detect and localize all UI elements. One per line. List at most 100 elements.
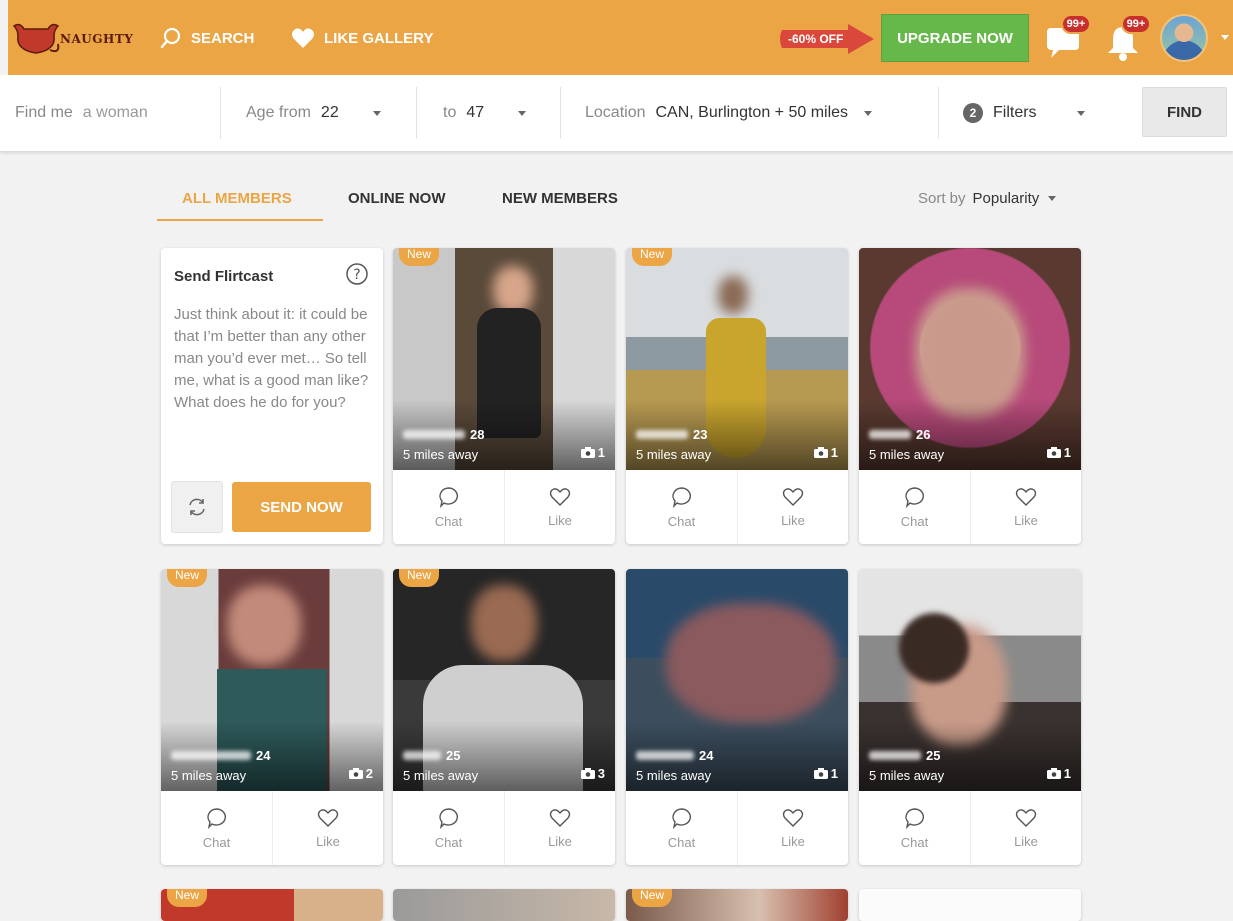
chat-bubble-icon <box>904 807 924 829</box>
like-label: Like <box>316 833 340 849</box>
member-age: 25 <box>926 748 941 763</box>
new-badge: New <box>167 569 208 587</box>
member-card[interactable] <box>393 889 615 921</box>
photo-count[interactable]: 3 <box>580 766 605 781</box>
nav-search-link[interactable]: SEARCH <box>160 27 254 49</box>
tab-all-members[interactable]: ALL MEMBERS <box>182 190 292 207</box>
tab-online-now[interactable]: ONLINE NOW <box>348 190 446 207</box>
member-photo[interactable] <box>393 889 615 921</box>
like-button[interactable]: Like <box>504 470 615 544</box>
member-distance: 5 miles away <box>403 447 479 462</box>
chat-button[interactable]: Chat <box>626 470 737 544</box>
member-name-blurred <box>403 430 465 439</box>
heart-outline-icon <box>782 808 804 827</box>
send-now-button[interactable]: SEND NOW <box>232 482 371 532</box>
chat-button[interactable]: Chat <box>393 791 504 865</box>
member-age: 26 <box>916 427 931 442</box>
member-card[interactable]: 25 5 miles away 1 Chat Like <box>859 569 1081 865</box>
discount-text: -60% OFF <box>788 32 844 46</box>
filters-select[interactable]: 2 Filters <box>963 75 1085 151</box>
chevron-down-icon[interactable] <box>1221 35 1229 40</box>
divider <box>938 87 939 139</box>
like-button[interactable]: Like <box>737 470 848 544</box>
find-button[interactable]: FIND <box>1142 87 1227 137</box>
chevron-down-icon <box>372 110 381 116</box>
upgrade-now-button[interactable]: UPGRADE NOW <box>881 14 1029 62</box>
chat-button[interactable]: Chat <box>626 791 737 865</box>
heart-outline-icon <box>549 808 571 827</box>
member-card[interactable]: New 23 5 miles away 1 Chat Like <box>626 248 848 544</box>
logo[interactable]: NAUGHTY <box>8 20 148 58</box>
new-badge: New <box>632 248 673 266</box>
member-age: 28 <box>470 427 485 442</box>
chevron-down-icon <box>518 110 527 116</box>
heart-outline-icon <box>549 487 571 506</box>
heart-outline-icon <box>1015 808 1037 827</box>
location-select[interactable]: Location CAN, Burlington + 50 miles <box>585 75 873 151</box>
age-from-label: Age from <box>246 104 311 121</box>
new-badge: New <box>399 248 440 266</box>
member-name-line: 24 <box>171 748 270 763</box>
question-mark-icon[interactable]: ? <box>345 262 369 286</box>
member-card[interactable]: New 24 5 miles away 2 Chat Like <box>161 569 383 865</box>
chat-label: Chat <box>667 834 696 850</box>
photo-count[interactable]: 1 <box>1046 445 1071 460</box>
nav-like-gallery-link[interactable]: LIKE GALLERY <box>291 27 433 49</box>
photo-count[interactable]: 1 <box>813 766 838 781</box>
member-card[interactable]: 26 5 miles away 1 Chat Like <box>859 248 1081 544</box>
member-card[interactable]: New <box>626 889 848 921</box>
search-filter-bar: Find me a woman Age from 22 to 47 Locati… <box>0 75 1233 151</box>
member-distance: 5 miles away <box>869 768 945 783</box>
chat-button[interactable]: Chat <box>859 470 970 544</box>
search-icon <box>160 27 181 49</box>
like-button[interactable]: Like <box>970 791 1081 865</box>
member-card[interactable]: 24 5 miles away 1 Chat Like <box>626 569 848 865</box>
member-photo[interactable] <box>859 889 1081 921</box>
member-name-blurred <box>636 751 694 760</box>
chat-button[interactable]: Chat <box>161 791 272 865</box>
find-me-label: Find me <box>15 104 73 121</box>
member-card[interactable]: New 28 5 miles away 1 Chat Like <box>393 248 615 544</box>
refresh-message-button[interactable] <box>171 481 223 533</box>
chat-label: Chat <box>434 834 463 850</box>
age-from-value: 22 <box>320 104 339 121</box>
chat-label: Chat <box>667 513 696 529</box>
member-card[interactable] <box>859 889 1081 921</box>
notifications-button[interactable]: 99+ <box>1105 14 1151 62</box>
photo-count-value: 1 <box>1063 766 1071 781</box>
camera-icon <box>1046 447 1061 458</box>
member-name-blurred <box>403 751 441 760</box>
age-to-label: to <box>443 104 457 121</box>
member-card[interactable]: New 25 5 miles away 3 Chat Like <box>393 569 615 865</box>
age-from-select[interactable]: Age from 22 <box>246 75 381 151</box>
photo-count[interactable]: 1 <box>580 445 605 460</box>
tab-new-members[interactable]: NEW MEMBERS <box>502 190 618 207</box>
sort-select[interactable]: Sort by Popularity <box>918 190 1057 207</box>
photo-count[interactable]: 1 <box>1046 766 1071 781</box>
like-button[interactable]: Like <box>504 791 615 865</box>
photo-count[interactable]: 1 <box>813 445 838 460</box>
user-avatar[interactable] <box>1160 14 1208 62</box>
photo-count-value: 3 <box>597 766 605 781</box>
like-label: Like <box>1014 833 1038 849</box>
divider <box>560 87 561 139</box>
like-button[interactable]: Like <box>970 470 1081 544</box>
age-to-value: 47 <box>466 104 485 121</box>
photo-count[interactable]: 2 <box>348 766 373 781</box>
chat-button[interactable]: Chat <box>859 791 970 865</box>
camera-icon <box>1046 768 1061 779</box>
chat-button[interactable]: Chat <box>393 470 504 544</box>
like-button[interactable]: Like <box>737 791 848 865</box>
heart-outline-icon <box>317 808 339 827</box>
chat-label: Chat <box>900 834 929 850</box>
heart-icon <box>292 28 314 48</box>
find-me-select[interactable]: Find me a woman <box>15 75 148 151</box>
age-to-select[interactable]: to 47 <box>443 75 527 151</box>
like-button[interactable]: Like <box>272 791 383 865</box>
notifications-count-badge: 99+ <box>1121 14 1151 34</box>
top-bar: NAUGHTY SEARCH LIKE GALLERY -60% OFF UPG… <box>8 0 1233 75</box>
messages-button[interactable]: 99+ <box>1045 14 1091 62</box>
member-card[interactable]: New <box>161 889 383 921</box>
member-age: 24 <box>699 748 714 763</box>
camera-icon <box>813 447 828 458</box>
